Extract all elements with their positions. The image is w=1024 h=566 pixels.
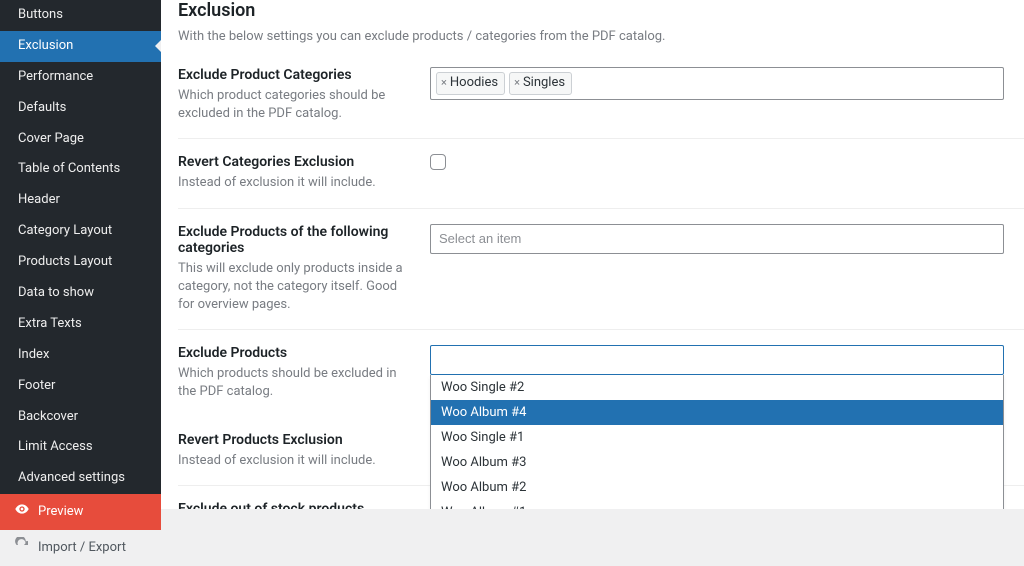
refresh-icon [14, 537, 30, 559]
option-woo-single-2[interactable]: Woo Single #2 [431, 375, 1003, 400]
help-exclude-products: Which products should be excluded in the… [178, 365, 410, 401]
sidebar-item-exclusion[interactable]: Exclusion [0, 31, 161, 62]
sidebar-item-limit-access[interactable]: Limit Access [0, 432, 161, 463]
label-revert-categories: Revert Categories Exclusion [178, 154, 410, 170]
sidebar-item-products-layout[interactable]: Products Layout [0, 247, 161, 278]
revert-categories-checkbox[interactable] [430, 154, 446, 170]
option-woo-album-2[interactable]: Woo Album #2 [431, 475, 1003, 500]
exclude-products-dropdown[interactable]: Woo Single #2 Woo Album #4 Woo Single #1… [430, 345, 1004, 375]
main-content: Exclusion With the below settings you ca… [161, 0, 1024, 509]
sidebar-item-extra-texts[interactable]: Extra Texts [0, 309, 161, 340]
sidebar-item-category-layout[interactable]: Category Layout [0, 216, 161, 247]
row-revert-categories: Revert Categories Exclusion Instead of e… [178, 139, 1024, 208]
sidebar-item-backcover[interactable]: Backcover [0, 402, 161, 433]
close-icon[interactable]: × [441, 76, 447, 90]
help-revert-products: Instead of exclusion it will include. [178, 452, 410, 470]
sidebar-item-advanced[interactable]: Advanced settings [0, 463, 161, 494]
tag-hoodies[interactable]: × Hoodies [436, 72, 505, 95]
import-export-label: Import / Export [38, 540, 126, 557]
page-title: Exclusion [178, 0, 1024, 21]
exclude-products-of-input[interactable] [430, 224, 1004, 254]
sidebar-item-footer[interactable]: Footer [0, 371, 161, 402]
label-exclude-oos: Exclude out of stock products [178, 501, 410, 509]
label-exclude-categories: Exclude Product Categories [178, 67, 410, 83]
label-revert-products: Revert Products Exclusion [178, 432, 410, 448]
exclude-products-input[interactable] [430, 345, 1004, 375]
tag-singles[interactable]: × Singles [509, 72, 572, 95]
sidebar-item-buttons[interactable]: Buttons [0, 0, 161, 31]
row-exclude-categories: Exclude Product Categories Which product… [178, 52, 1024, 139]
sidebar-item-toc[interactable]: Table of Contents [0, 154, 161, 185]
close-icon[interactable]: × [514, 76, 520, 90]
label-exclude-products: Exclude Products [178, 345, 410, 361]
help-exclude-categories: Which product categories should be exclu… [178, 87, 410, 123]
sidebar-item-preview[interactable]: Preview [0, 494, 161, 530]
sidebar-item-performance[interactable]: Performance [0, 62, 161, 93]
row-exclude-products-of: Exclude Products of the following catego… [178, 209, 1024, 331]
help-exclude-products-of: This will exclude only products inside a… [178, 260, 410, 315]
sidebar-item-cover-page[interactable]: Cover Page [0, 124, 161, 155]
label-exclude-products-of: Exclude Products of the following catego… [178, 224, 410, 256]
sidebar-item-data-to-show[interactable]: Data to show [0, 278, 161, 309]
help-revert-categories: Instead of exclusion it will include. [178, 174, 410, 192]
sidebar-item-index[interactable]: Index [0, 340, 161, 371]
categories-tag-input[interactable]: × Hoodies × Singles [430, 67, 1004, 100]
option-woo-album-3[interactable]: Woo Album #3 [431, 450, 1003, 475]
option-woo-single-1[interactable]: Woo Single #1 [431, 425, 1003, 450]
preview-label: Preview [38, 504, 83, 521]
sidebar-item-import-export[interactable]: Import / Export [0, 530, 161, 566]
option-woo-album-4[interactable]: Woo Album #4 [431, 400, 1003, 425]
exclude-products-list[interactable]: Woo Single #2 Woo Album #4 Woo Single #1… [430, 375, 1004, 509]
sidebar-item-defaults[interactable]: Defaults [0, 93, 161, 124]
row-exclude-products: Exclude Products Which products should b… [178, 330, 1024, 416]
sidebar-item-header[interactable]: Header [0, 185, 161, 216]
page-desc: With the below settings you can exclude … [178, 29, 1024, 44]
eye-icon [14, 501, 30, 523]
option-woo-album-1[interactable]: Woo Album #1 [431, 500, 1003, 509]
sidebar: Buttons Exclusion Performance Defaults C… [0, 0, 161, 509]
